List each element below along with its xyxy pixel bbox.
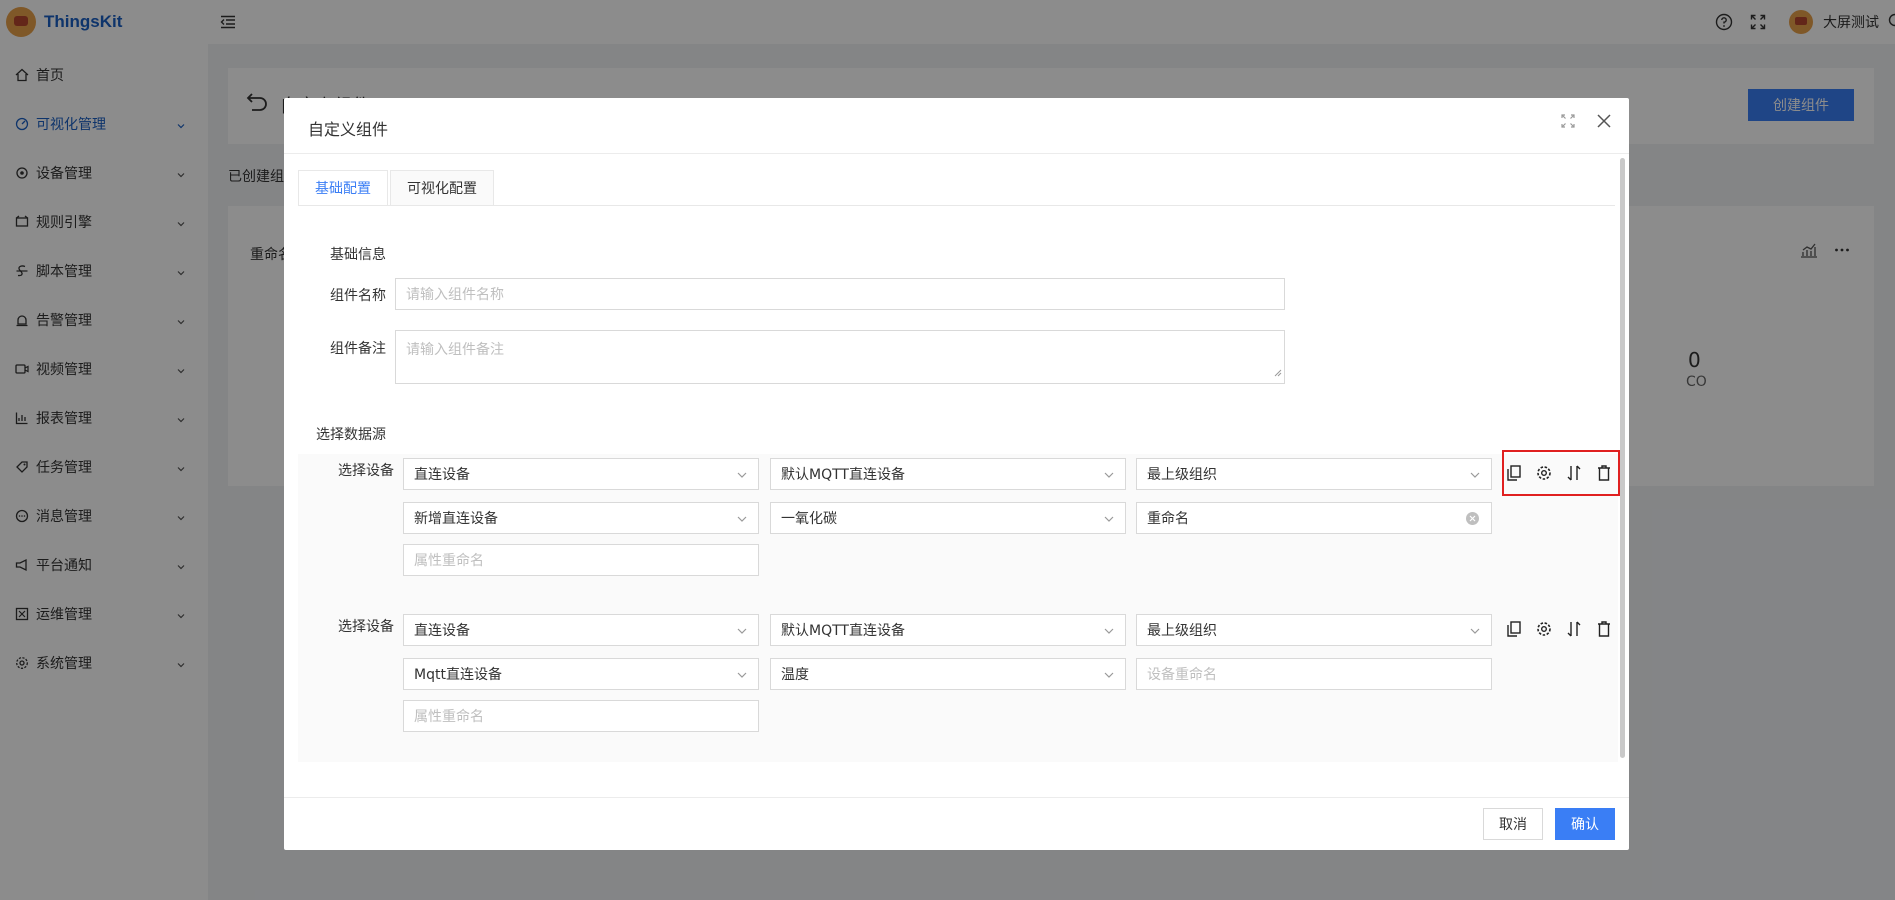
component-remark-label: 组件备注 bbox=[330, 341, 386, 357]
attribute-rename-input[interactable]: 属性重命名 bbox=[403, 544, 759, 576]
device-rename-input[interactable]: 设备重命名 bbox=[1136, 658, 1492, 690]
fullscreen-icon[interactable] bbox=[1561, 114, 1575, 132]
attribute-rename-input[interactable]: 属性重命名 bbox=[403, 700, 759, 732]
device-profile-select[interactable]: 默认MQTT直连设备 bbox=[770, 614, 1126, 646]
chevron-down-icon bbox=[1469, 469, 1481, 485]
datasource-title: 选择数据源 bbox=[316, 427, 386, 443]
component-remark-textarea[interactable]: 请输入组件备注 bbox=[395, 330, 1285, 384]
copy-icon[interactable] bbox=[1506, 464, 1522, 482]
component-name-label: 组件名称 bbox=[330, 288, 386, 304]
copy-icon[interactable] bbox=[1506, 620, 1522, 638]
gear-icon[interactable] bbox=[1536, 620, 1552, 638]
chevron-down-icon bbox=[1103, 625, 1115, 641]
chevron-down-icon bbox=[1469, 625, 1481, 641]
select-value: 最上级组织 bbox=[1147, 467, 1217, 483]
device-profile-select[interactable]: 默认MQTT直连设备 bbox=[770, 458, 1126, 490]
select-value: 温度 bbox=[781, 667, 809, 683]
attribute-select[interactable]: 一氧化碳 bbox=[770, 502, 1126, 534]
tab-divider bbox=[298, 205, 1615, 206]
clear-icon[interactable] bbox=[1466, 512, 1479, 525]
modal-footer: 取消 确认 bbox=[284, 797, 1629, 850]
organization-select[interactable]: 最上级组织 bbox=[1136, 614, 1492, 646]
chevron-down-icon bbox=[1103, 513, 1115, 529]
device-type-select[interactable]: 直连设备 bbox=[403, 614, 759, 646]
chevron-down-icon bbox=[736, 469, 748, 485]
resize-handle-icon[interactable] bbox=[1274, 365, 1282, 381]
select-value: 默认MQTT直连设备 bbox=[781, 623, 905, 639]
select-value: Mqtt直连设备 bbox=[414, 667, 502, 683]
chevron-down-icon bbox=[736, 669, 748, 685]
sort-icon[interactable] bbox=[1566, 464, 1582, 482]
chevron-down-icon bbox=[1103, 469, 1115, 485]
device-select[interactable]: Mqtt直连设备 bbox=[403, 658, 759, 690]
device-select[interactable]: 新增直连设备 bbox=[403, 502, 759, 534]
modal-scrollbar[interactable] bbox=[1620, 158, 1625, 758]
modal-title: 自定义组件 bbox=[308, 120, 389, 139]
select-device-label: 选择设备 bbox=[338, 463, 394, 479]
ok-button[interactable]: 确认 bbox=[1555, 808, 1615, 840]
modal-header: 自定义组件 bbox=[284, 98, 1629, 154]
device-type-select[interactable]: 直连设备 bbox=[403, 458, 759, 490]
select-device-label: 选择设备 bbox=[338, 619, 394, 635]
delete-icon[interactable] bbox=[1596, 620, 1612, 638]
remark-placeholder: 请输入组件备注 bbox=[406, 342, 504, 358]
sort-icon[interactable] bbox=[1566, 620, 1582, 638]
select-value: 最上级组织 bbox=[1147, 623, 1217, 639]
attribute-select[interactable]: 温度 bbox=[770, 658, 1126, 690]
select-value: 默认MQTT直连设备 bbox=[781, 467, 905, 483]
close-icon[interactable] bbox=[1597, 114, 1611, 132]
select-value: 直连设备 bbox=[414, 623, 470, 639]
modal-tabs: 基础配置 可视化配置 bbox=[298, 170, 496, 206]
basic-info-title: 基础信息 bbox=[330, 247, 386, 263]
select-value: 一氧化碳 bbox=[781, 511, 837, 527]
tab-basic-config[interactable]: 基础配置 bbox=[298, 170, 388, 206]
select-value: 直连设备 bbox=[414, 467, 470, 483]
modal-header-tools bbox=[1561, 114, 1611, 132]
tab-visual-config[interactable]: 可视化配置 bbox=[390, 170, 494, 206]
cancel-button[interactable]: 取消 bbox=[1483, 808, 1543, 840]
modal-body: 基础配置 可视化配置 基础信息 组件名称 请输入组件名称 组件备注 请输入组件备… bbox=[284, 154, 1629, 797]
chevron-down-icon bbox=[1103, 669, 1115, 685]
chevron-down-icon bbox=[736, 625, 748, 641]
custom-component-modal: 自定义组件 基础配置 可视化配置 基础信息 组件名称 请输入组件名称 组件备注 … bbox=[284, 98, 1629, 850]
gear-icon[interactable] bbox=[1536, 464, 1552, 482]
select-value: 新增直连设备 bbox=[414, 511, 498, 527]
device-rename-input[interactable]: 重命名 bbox=[1136, 502, 1492, 534]
row-tools bbox=[1506, 464, 1612, 482]
chevron-down-icon bbox=[736, 513, 748, 529]
input-value: 重命名 bbox=[1147, 511, 1189, 527]
delete-icon[interactable] bbox=[1596, 464, 1612, 482]
organization-select[interactable]: 最上级组织 bbox=[1136, 458, 1492, 490]
row-tools bbox=[1506, 620, 1612, 638]
component-name-input[interactable]: 请输入组件名称 bbox=[395, 278, 1285, 310]
